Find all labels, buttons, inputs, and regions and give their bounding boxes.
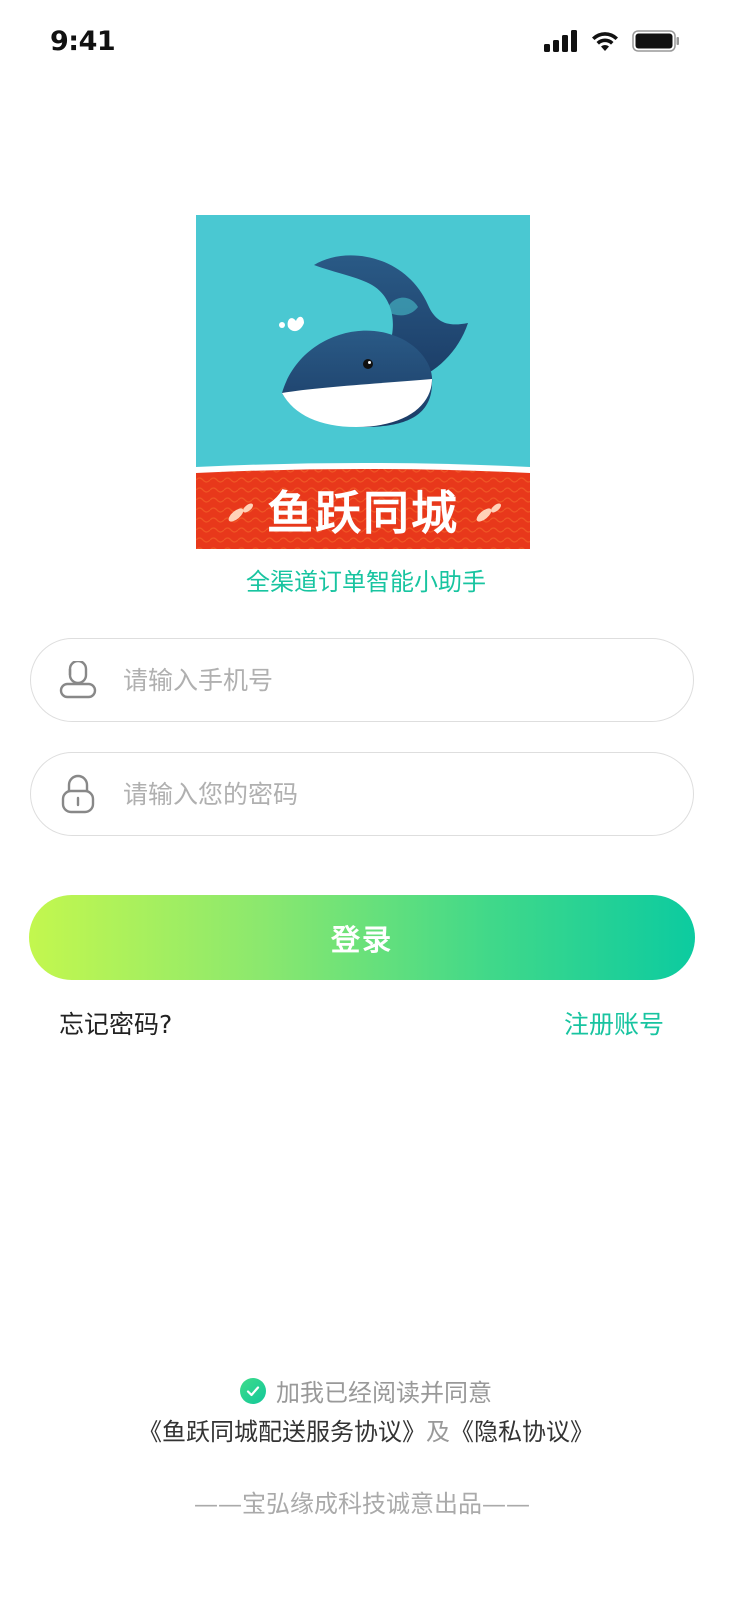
check-circle-icon[interactable] bbox=[240, 1377, 266, 1404]
lock-icon bbox=[31, 774, 121, 814]
phone-field[interactable] bbox=[30, 638, 694, 722]
logo-wordmark: 鱼跃同城 bbox=[267, 486, 459, 540]
app-tagline: 全渠道订单智能小助手 bbox=[246, 568, 486, 596]
agreement-joiner: 及 bbox=[426, 1418, 450, 1446]
cellular-signal-icon bbox=[544, 30, 577, 52]
privacy-agreement-link[interactable]: 《隐私协议》 bbox=[450, 1418, 594, 1446]
whale-logo: 鱼跃同城 bbox=[196, 215, 530, 549]
status-time: 9:41 bbox=[50, 26, 116, 57]
user-icon bbox=[31, 661, 121, 699]
register-link[interactable]: 注册账号 bbox=[564, 1005, 664, 1041]
wifi-icon bbox=[592, 32, 618, 51]
agreement-row: 加我已经阅读并同意 bbox=[0, 1373, 732, 1408]
login-button[interactable]: 登录 bbox=[29, 895, 695, 980]
status-icons bbox=[544, 30, 680, 52]
footer-credit: ——宝弘缘成科技诚意出品—— bbox=[194, 1490, 530, 1518]
phone-input[interactable] bbox=[121, 664, 693, 696]
password-input[interactable] bbox=[121, 778, 693, 810]
app-logo: 鱼跃同城 bbox=[196, 215, 530, 549]
service-agreement-link[interactable]: 《鱼跃同城配送服务协议》 bbox=[138, 1418, 426, 1446]
battery-icon bbox=[632, 30, 679, 52]
password-field[interactable] bbox=[30, 752, 694, 836]
agreement-links: 《鱼跃同城配送服务协议》及《隐私协议》 bbox=[0, 1412, 732, 1447]
forgot-password-link[interactable]: 忘记密码? bbox=[59, 1005, 172, 1041]
agreement-text: 加我已经阅读并同意 bbox=[276, 1379, 492, 1407]
